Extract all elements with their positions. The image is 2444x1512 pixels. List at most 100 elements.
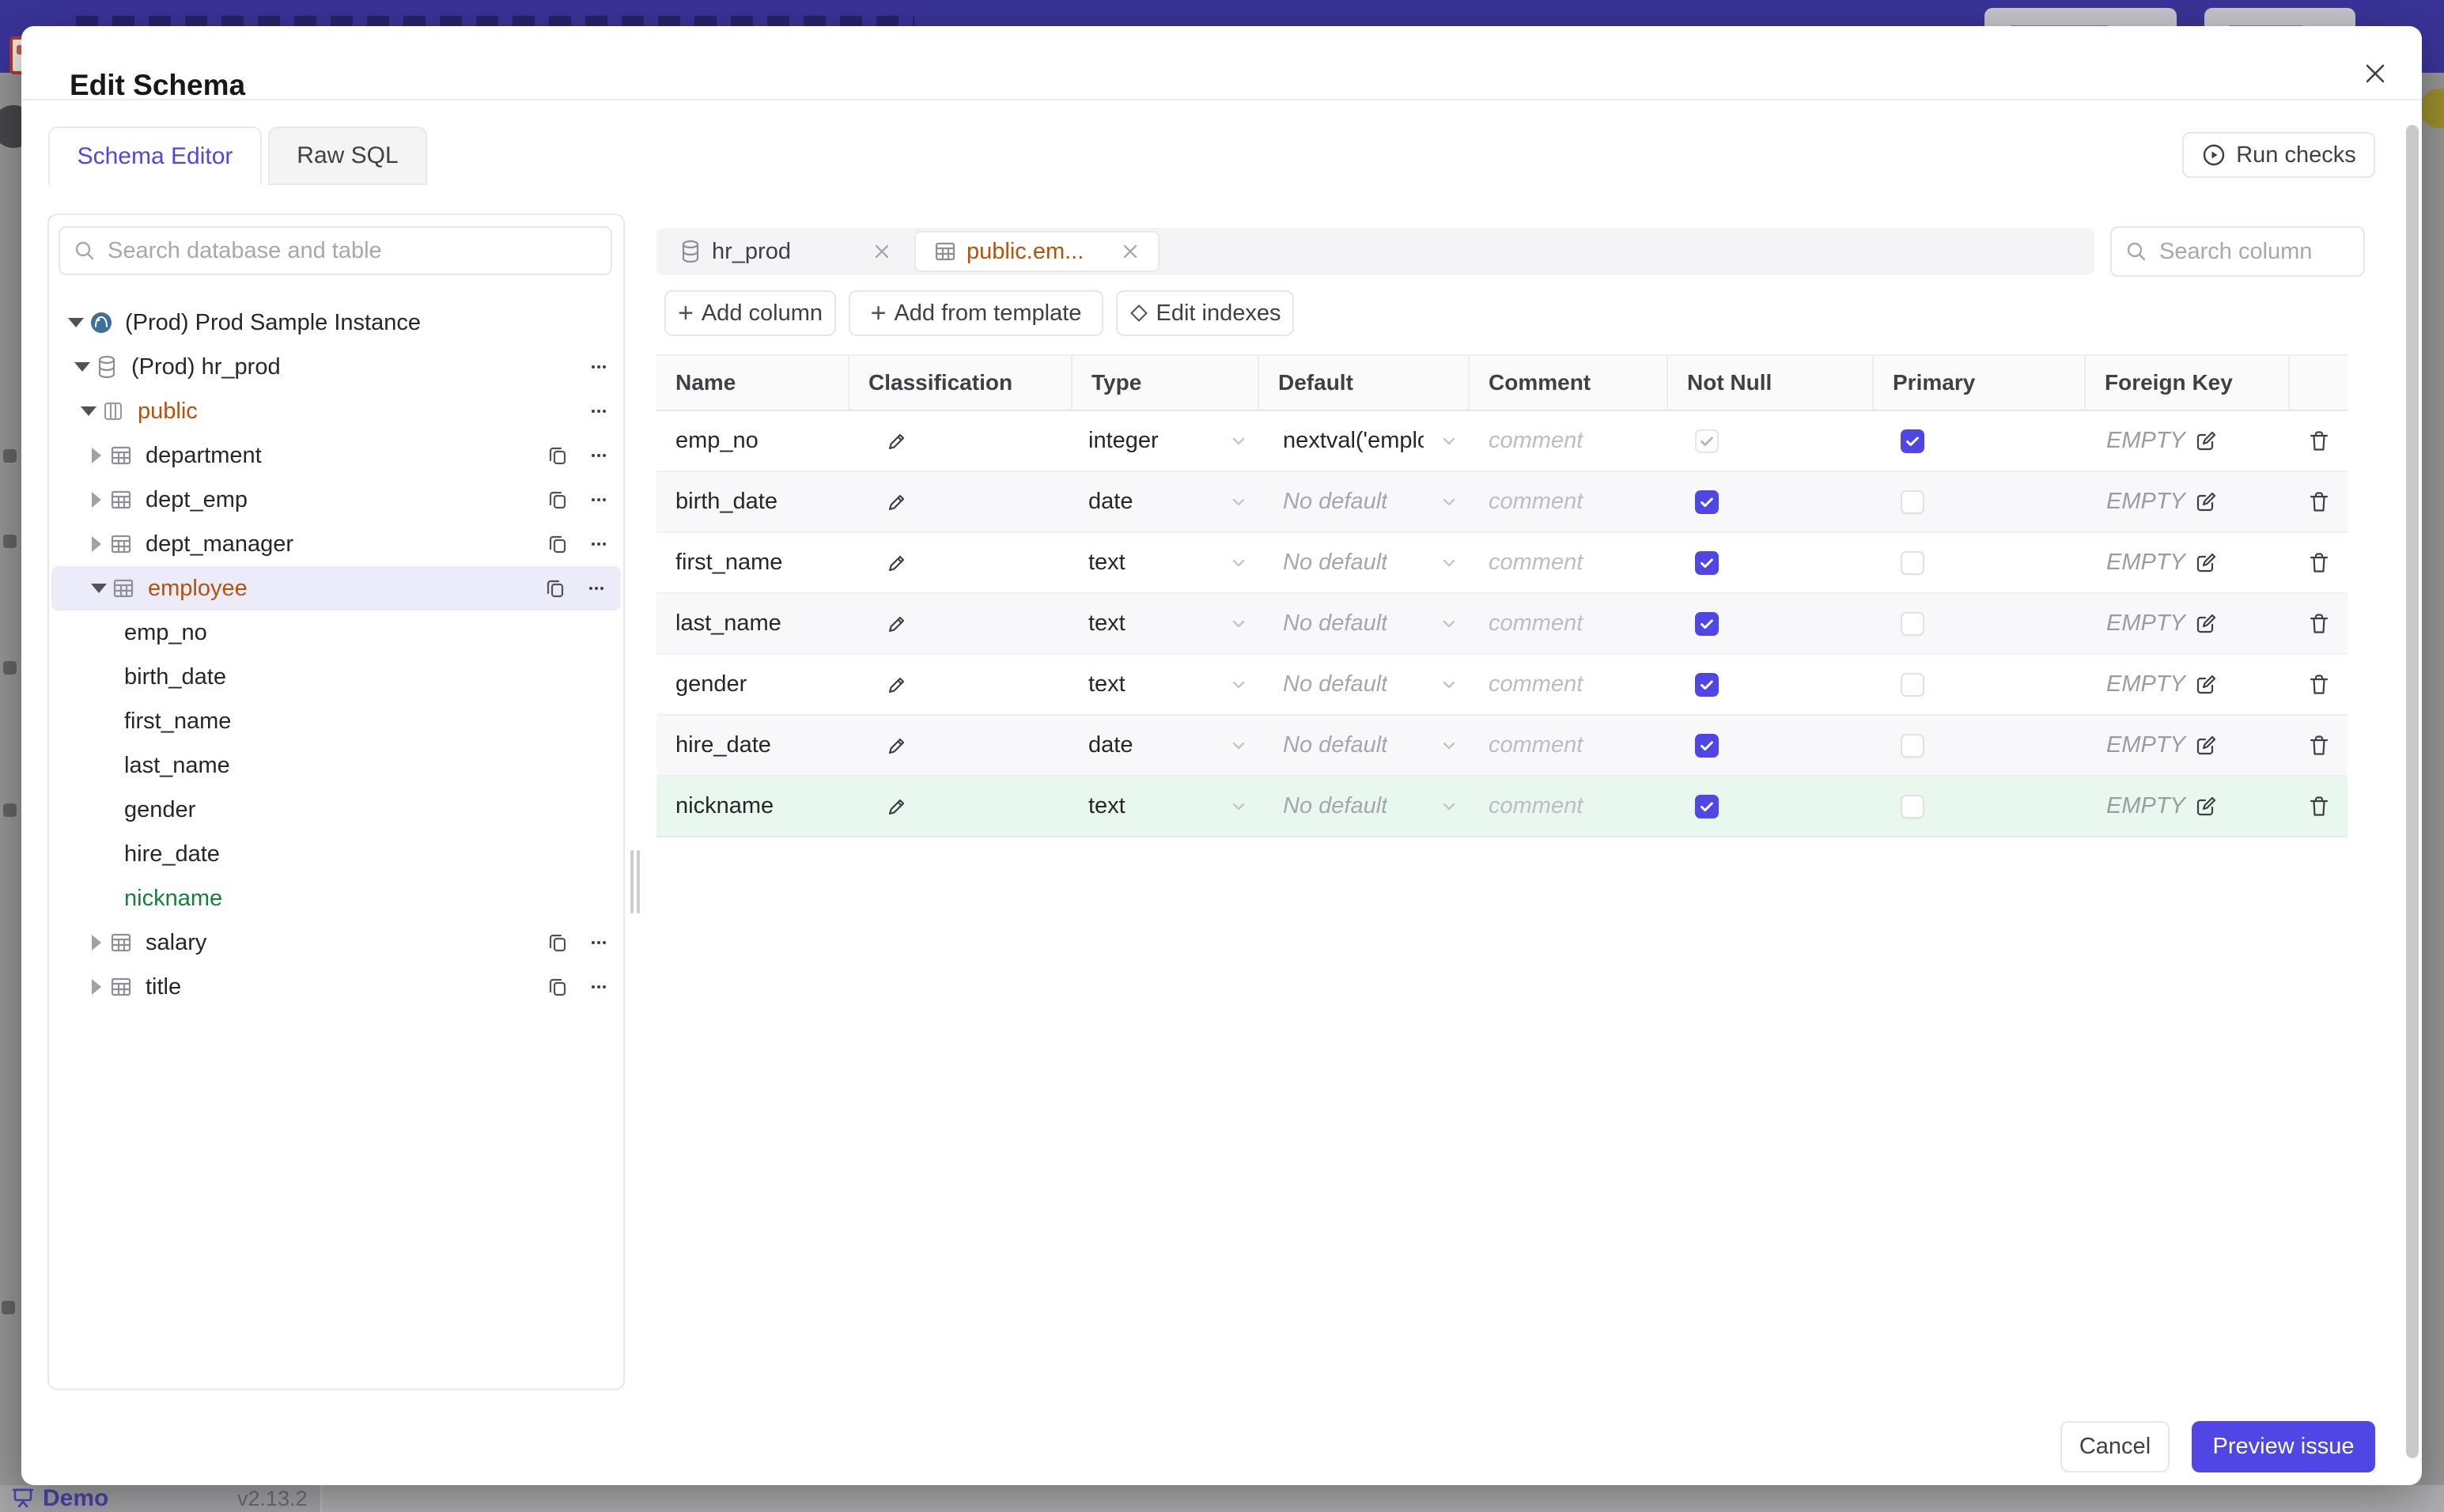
edit-square-icon[interactable] <box>2193 672 2219 697</box>
more-icon[interactable] <box>585 576 608 600</box>
edit-square-icon[interactable] <box>2193 429 2219 454</box>
column-search-input[interactable] <box>2158 237 2351 266</box>
chevron-down-icon[interactable] <box>76 406 101 416</box>
default-select[interactable]: No default <box>1259 550 1470 576</box>
not-null-checkbox[interactable] <box>1695 794 1719 818</box>
modal-scrollbar-thumb[interactable] <box>2406 125 2419 1458</box>
pencil-icon[interactable] <box>884 611 910 637</box>
copy-icon[interactable] <box>543 576 567 600</box>
tree-item-dept-emp[interactable]: dept_emp <box>49 478 623 522</box>
chevron-right-icon[interactable] <box>84 492 109 508</box>
copy-icon[interactable] <box>546 931 569 954</box>
edit-square-icon[interactable] <box>2193 794 2219 819</box>
trash-icon[interactable] <box>2306 550 2332 576</box>
close-icon[interactable] <box>1120 241 1141 262</box>
trash-icon[interactable] <box>2306 611 2332 637</box>
close-icon[interactable] <box>872 241 892 262</box>
tree-search-input[interactable] <box>106 236 598 265</box>
more-icon[interactable] <box>587 975 611 999</box>
tree-item-public[interactable]: public <box>49 389 623 433</box>
chevron-down-icon[interactable] <box>70 362 95 372</box>
pencil-icon[interactable] <box>884 550 910 576</box>
not-null-checkbox[interactable] <box>1695 490 1719 514</box>
run-checks-button[interactable]: Run checks <box>2182 132 2375 178</box>
preview-issue-button[interactable]: Preview issue <box>2192 1421 2375 1472</box>
more-icon[interactable] <box>587 931 611 954</box>
tree-item--prod-hr-prod[interactable]: (Prod) hr_prod <box>49 345 623 389</box>
edit-square-icon[interactable] <box>2193 490 2219 515</box>
tree-item--prod-prod-sample-instance[interactable]: (Prod) Prod Sample Instance <box>49 301 623 345</box>
trash-icon[interactable] <box>2306 490 2332 515</box>
pencil-icon[interactable] <box>884 733 910 758</box>
tree-item-last-name[interactable]: last_name <box>49 743 623 788</box>
chevron-right-icon[interactable] <box>84 536 109 552</box>
copy-icon[interactable] <box>546 444 569 467</box>
tab-hr-prod[interactable]: hr_prod <box>658 231 913 272</box>
panel-resize-handle[interactable] <box>630 850 640 913</box>
tree-search[interactable] <box>59 226 612 275</box>
chevron-down-icon[interactable] <box>86 584 112 593</box>
chevron-right-icon[interactable] <box>84 935 109 951</box>
comment-input[interactable]: comment <box>1470 411 1668 471</box>
copy-icon[interactable] <box>546 975 569 999</box>
pencil-icon[interactable] <box>884 490 910 515</box>
trash-icon[interactable] <box>2306 429 2332 454</box>
type-select[interactable]: text <box>1073 793 1259 819</box>
chevron-right-icon[interactable] <box>84 448 109 463</box>
tree-item-gender[interactable]: gender <box>49 788 623 832</box>
primary-checkbox[interactable] <box>1901 490 1924 514</box>
more-icon[interactable] <box>587 488 611 512</box>
tree-item-department[interactable]: department <box>49 433 623 478</box>
primary-checkbox[interactable] <box>1901 672 1924 697</box>
comment-input[interactable]: comment <box>1470 777 1668 836</box>
default-select[interactable]: No default <box>1259 610 1470 637</box>
tree-item-emp-no[interactable]: emp_no <box>49 610 623 655</box>
not-null-checkbox[interactable] <box>1695 550 1719 575</box>
primary-checkbox[interactable] <box>1901 550 1924 575</box>
cancel-button[interactable]: Cancel <box>2060 1421 2170 1472</box>
comment-input[interactable]: comment <box>1470 655 1668 714</box>
copy-icon[interactable] <box>546 532 569 556</box>
more-icon[interactable] <box>587 399 611 423</box>
not-null-checkbox[interactable] <box>1695 733 1719 758</box>
primary-checkbox[interactable] <box>1901 794 1924 818</box>
type-select[interactable]: text <box>1073 550 1259 576</box>
add-from-template-button[interactable]: + Add from template <box>849 290 1103 336</box>
primary-checkbox[interactable] <box>1901 611 1924 636</box>
tree-item-hire-date[interactable]: hire_date <box>49 832 623 876</box>
type-select[interactable]: text <box>1073 610 1259 637</box>
default-select[interactable]: No default <box>1259 793 1470 819</box>
type-select[interactable]: date <box>1073 489 1259 515</box>
tree-item-employee[interactable]: employee <box>51 566 621 610</box>
default-select[interactable]: No default <box>1259 489 1470 515</box>
tree-item-title[interactable]: title <box>49 965 623 1009</box>
edit-square-icon[interactable] <box>2193 550 2219 576</box>
column-search[interactable] <box>2110 226 2365 277</box>
edit-square-icon[interactable] <box>2193 611 2219 637</box>
default-select[interactable]: nextval('employ <box>1259 428 1470 454</box>
not-null-checkbox[interactable] <box>1695 672 1719 697</box>
chevron-right-icon[interactable] <box>84 979 109 995</box>
edit-square-icon[interactable] <box>2193 733 2219 758</box>
default-select[interactable]: No default <box>1259 732 1470 758</box>
edit-indexes-button[interactable]: Edit indexes <box>1116 290 1294 336</box>
more-icon[interactable] <box>587 355 611 379</box>
tree-item-nickname[interactable]: nickname <box>49 876 623 920</box>
comment-input[interactable]: comment <box>1470 472 1668 531</box>
pencil-icon[interactable] <box>884 794 910 819</box>
comment-input[interactable]: comment <box>1470 533 1668 592</box>
chevron-down-icon[interactable] <box>63 318 89 327</box>
add-column-button[interactable]: + Add column <box>664 290 836 336</box>
pencil-icon[interactable] <box>884 672 910 697</box>
copy-icon[interactable] <box>546 488 569 512</box>
default-select[interactable]: No default <box>1259 671 1470 697</box>
type-select[interactable]: integer <box>1073 428 1259 454</box>
not-null-checkbox[interactable] <box>1695 611 1719 636</box>
trash-icon[interactable] <box>2306 672 2332 697</box>
primary-checkbox[interactable] <box>1901 733 1924 758</box>
comment-input[interactable]: comment <box>1470 716 1668 775</box>
tree-item-birth-date[interactable]: birth_date <box>49 655 623 699</box>
tab-raw-sql[interactable]: Raw SQL <box>268 127 427 185</box>
tree-item-first-name[interactable]: first_name <box>49 699 623 743</box>
type-select[interactable]: text <box>1073 671 1259 697</box>
